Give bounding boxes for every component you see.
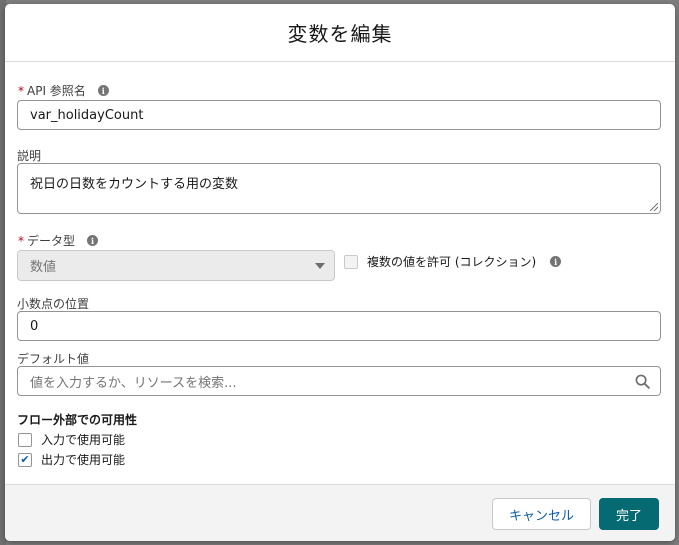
modal-title: 変数を編集 [287,22,393,46]
available-output-row: ✔ 出力で使用可能 [18,451,125,468]
chevron-down-icon [315,263,325,269]
required-marker: * [18,83,24,98]
allow-multiple-checkbox[interactable] [344,254,358,269]
info-icon[interactable]: i [550,256,562,267]
available-output-checkbox[interactable]: ✔ [18,452,32,467]
data-type-label: * データ型 i [18,232,99,249]
default-value-search-input[interactable]: 値を入力するか、リソースを検索... [17,366,661,396]
required-marker: * [18,233,24,248]
data-type-select[interactable]: 数値 [17,250,335,281]
decimal-places-label: 小数点の位置 [17,295,89,312]
info-icon[interactable]: i [97,85,109,96]
resize-grip-icon[interactable] [650,203,658,211]
allow-multiple-row: 複数の値を許可 (コレクション) i [344,253,562,270]
cancel-button[interactable]: キャンセル [492,498,591,530]
available-input-label: 入力で使用可能 [41,433,126,447]
info-icon[interactable]: i [87,235,99,246]
description-label-text: 説明 [17,149,42,163]
data-type-label-text: データ型 [27,234,76,248]
available-input-row: 入力で使用可能 [18,431,125,448]
description-label: 説明 [17,147,41,164]
checkmark-icon: ✔ [20,453,30,466]
modal-footer: キャンセル 完了 [5,484,675,541]
default-value-label: デフォルト値 [17,350,89,367]
done-button[interactable]: 完了 [599,498,659,530]
api-name-input[interactable]: var_holidayCount [17,100,661,130]
modal-header: 変数を編集 [5,4,675,62]
decimal-places-input[interactable]: 0 [17,311,661,341]
allow-multiple-label: 複数の値を許可 (コレクション) [367,255,537,269]
decimal-places-value: 0 [30,318,39,334]
edit-variable-modal: 変数を編集 * API 参照名 i var_holidayCount 説明 祝日… [5,4,675,541]
api-name-label-text: API 参照名 [27,84,86,98]
data-type-value: 数値 [30,260,57,275]
description-textarea[interactable]: 祝日の日数をカウントする用の変数 [17,163,661,214]
decimal-places-label-text: 小数点の位置 [17,297,90,311]
api-name-label: * API 参照名 i [18,82,109,99]
available-input-checkbox[interactable] [18,432,32,447]
available-output-label: 出力で使用可能 [41,453,126,467]
description-value: 祝日の日数をカウントする用の変数 [30,177,239,192]
api-name-value: var_holidayCount [30,107,144,123]
search-icon[interactable] [635,374,650,389]
modal-body: * API 参照名 i var_holidayCount 説明 祝日の日数をカウ… [5,62,675,484]
default-value-placeholder: 値を入力するか、リソースを検索... [30,375,237,391]
default-value-label-text: デフォルト値 [17,352,90,366]
availability-section-title: フロー外部での可用性 [17,413,138,427]
